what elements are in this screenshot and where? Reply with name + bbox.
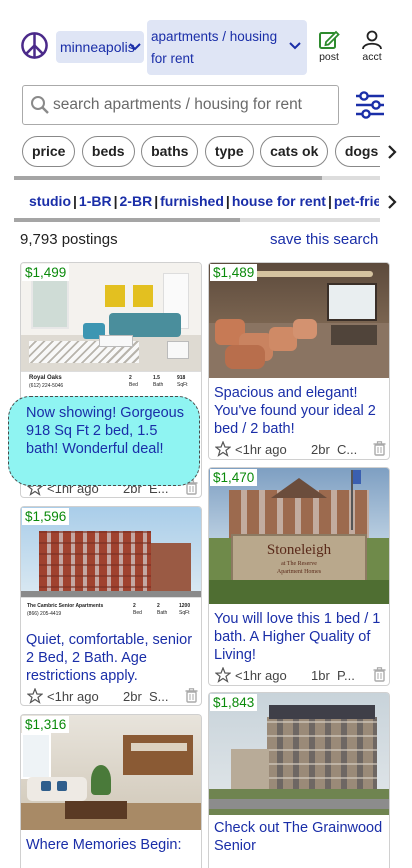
post-button[interactable]: post — [309, 30, 349, 66]
listing-location: C... — [337, 442, 358, 457]
search-icon — [31, 96, 49, 114]
listing-card[interactable]: Stoneleigh at The Reserve Apartment Home… — [208, 467, 390, 686]
image-phone: (612) 224-5046 — [29, 383, 64, 389]
listing-age: <1hr ago — [235, 668, 287, 683]
listing-card[interactable]: $1,843 Check out The Grainwood Senior — [208, 692, 390, 868]
acct-label: acct — [362, 51, 382, 63]
image-stat: 2 — [157, 603, 160, 609]
listing-title[interactable]: Spacious and elegant! You've found your … — [214, 384, 386, 438]
listing-image[interactable] — [209, 693, 389, 815]
listing-card[interactable]: $1,316 Where Memories Begin: — [20, 714, 202, 868]
sign-name: Stoneleigh — [266, 542, 332, 558]
listing-beds: 1br — [311, 668, 330, 683]
area-select-label: minneapolis — [60, 39, 135, 55]
listing-meta: <1hr ago 2br S... — [25, 687, 201, 705]
search-box[interactable] — [22, 85, 339, 125]
listing-price: $1,596 — [22, 508, 70, 525]
filter-chip-type[interactable]: type — [204, 136, 254, 167]
listing-price: $1,470 — [210, 469, 258, 486]
listing-title[interactable]: You will love this 1 bed / 1 bath. A Hig… — [214, 610, 386, 664]
peace-sign-icon[interactable] — [20, 31, 49, 60]
sign-subtitle: at The Reserve — [281, 561, 317, 567]
filter-chips: price beds baths type cats ok dogs ok — [22, 136, 380, 170]
listing-price: $1,499 — [22, 264, 70, 281]
trash-icon[interactable] — [373, 667, 386, 682]
listing-title[interactable]: Where Memories Begin: — [26, 836, 198, 854]
chevron-right-icon[interactable] — [387, 195, 397, 209]
filter-chip-price[interactable]: price — [22, 136, 76, 167]
image-caption: Royal Oaks — [29, 375, 62, 381]
star-icon[interactable] — [27, 688, 43, 704]
listing-image[interactable]: Royal Oaks (612) 224-5046 2 Bed 1.5 Bath… — [21, 263, 201, 399]
chips-scrollbar[interactable] — [14, 176, 380, 180]
listing-location: S... — [149, 689, 169, 704]
image-stat-label: SqFt — [177, 382, 188, 388]
chevron-right-icon[interactable] — [387, 145, 397, 159]
post-label: post — [319, 51, 339, 63]
image-phone: (866) 205-4419 — [27, 611, 62, 617]
listing-age: <1hr ago — [235, 442, 287, 457]
filter-chip-dogs[interactable]: dogs ok — [334, 136, 380, 167]
filter-chip-baths[interactable]: baths — [141, 136, 199, 167]
quick-link-furnished[interactable]: furnished — [160, 193, 224, 209]
chevron-down-icon — [129, 43, 141, 51]
listing-title[interactable]: Check out The Grainwood Senior — [214, 819, 386, 855]
image-stat-label: Bath — [153, 382, 164, 388]
category-select-label: apartments / housing for rent — [151, 29, 278, 66]
quick-link-1br[interactable]: 1-BR — [79, 193, 112, 209]
search-input[interactable] — [53, 89, 333, 121]
quick-link-2br[interactable]: 2-BR — [120, 193, 153, 209]
listing-beds: 2br — [123, 689, 142, 704]
listing-card[interactable]: The Cambric Senior Apartments (866) 205-… — [20, 506, 202, 706]
listing-age: <1hr ago — [47, 689, 99, 704]
listing-price: $1,316 — [22, 716, 70, 733]
listing-title[interactable]: Quiet, comfortable, senior 2 Bed, 2 Bath… — [26, 631, 198, 685]
postings-count: 9,793 postings — [20, 231, 118, 248]
account-button[interactable]: acct — [352, 30, 392, 66]
listing-price: $1,843 — [210, 694, 258, 711]
star-icon[interactable] — [215, 441, 231, 457]
quick-links: studio | 1-BR | 2-BR | furnished | house for ren… — [29, 190, 379, 212]
image-stat-label: SqFt — [179, 610, 190, 616]
quick-link-pet-friendly[interactable]: pet-friendly — [334, 193, 379, 209]
listing-meta: <1hr ago 2br C... — [213, 440, 389, 459]
quick-link-studio[interactable]: studio — [29, 193, 71, 209]
image-caption: The Cambric Senior Apartments — [27, 603, 104, 609]
listing-image[interactable]: Stoneleigh at The Reserve Apartment Home… — [209, 468, 389, 604]
save-search-link[interactable]: save this search — [270, 231, 378, 248]
image-stat: 1.5 — [153, 375, 160, 381]
account-icon — [362, 30, 382, 50]
trash-icon[interactable] — [185, 688, 198, 703]
trash-icon[interactable] — [373, 441, 386, 456]
post-edit-icon — [319, 30, 340, 49]
filter-chip-beds[interactable]: beds — [81, 136, 135, 167]
image-stat: 2 — [129, 375, 132, 381]
category-select[interactable]: apartments / housing for rent — [147, 20, 307, 75]
listing-beds: 2br — [311, 442, 330, 457]
listing-location: P... — [337, 668, 355, 683]
image-stat: 2 — [133, 603, 136, 609]
quick-link-house[interactable]: house for rent — [232, 193, 326, 209]
listing-title-tooltip[interactable]: Now showing! Gorgeous 918 Sq Ft 2 bed, 1… — [8, 396, 200, 486]
filter-chip-cats[interactable]: cats ok — [260, 136, 329, 167]
image-stat-label: Bath — [157, 610, 168, 616]
chevron-down-icon — [289, 42, 301, 50]
listing-card[interactable]: $1,489 Spacious and elegant! You've foun… — [208, 262, 390, 460]
listing-meta: <1hr ago 1br P... — [213, 666, 389, 685]
area-select[interactable]: minneapolis — [56, 31, 144, 63]
sign-subtitle: Apartment Homes — [276, 569, 322, 575]
header: minneapolis apartments / housing for ren… — [0, 0, 412, 76]
image-stat: 1200 — [179, 603, 191, 609]
listing-price: $1,489 — [210, 264, 258, 281]
links-scrollbar[interactable] — [14, 218, 380, 222]
image-stat-label: Bed — [133, 610, 142, 616]
star-icon[interactable] — [215, 667, 231, 683]
image-stat-label: Bed — [129, 382, 138, 388]
image-stat: 918 — [177, 375, 186, 381]
filter-sliders-icon[interactable] — [353, 90, 387, 120]
